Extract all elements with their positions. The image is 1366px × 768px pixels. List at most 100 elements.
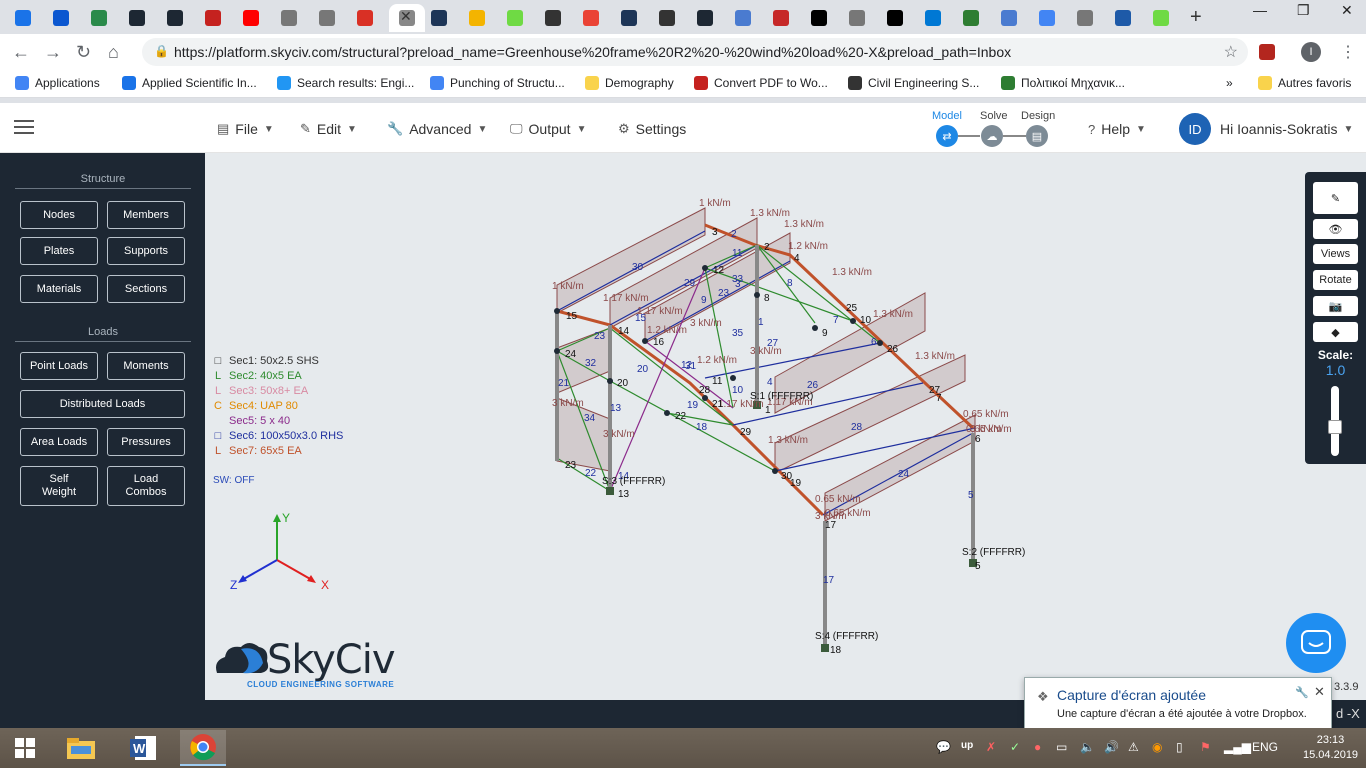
browser-menu-icon[interactable]: ⋮ [1340,42,1356,62]
tray-wifi-icon[interactable]: ⚠ [1128,740,1139,754]
step-solve-button[interactable]: ☁ [981,125,1003,147]
tray-chat-icon[interactable]: 💬 [936,740,951,754]
browser-tab[interactable] [45,4,77,32]
node-marker[interactable] [607,378,613,384]
close-tab-icon[interactable]: ✕ [400,8,412,25]
structural-model[interactable]: 1 kN/m1.3 kN/m1.3 kN/m1.2 kN/m1.3 kN/m1.… [205,153,1366,700]
node-marker[interactable] [554,348,560,354]
menu-advanced[interactable]: 🔧 Advanced ▼ [387,121,487,137]
nodes-button[interactable]: Nodes [20,201,98,229]
browser-tab[interactable] [575,4,607,32]
tray-battery-icon[interactable]: ▯ [1176,740,1183,754]
browser-tab[interactable] [537,4,569,32]
bookmark-item[interactable]: Punching of Structu... [430,76,565,90]
bookmark-item[interactable]: Demography [585,76,674,90]
minimize-icon[interactable]: — [1253,2,1267,18]
load-combos-button[interactable]: Load Combos [107,466,185,506]
home-icon[interactable]: ⌂ [108,42,119,63]
browser-tab[interactable] [461,4,493,32]
model-canvas[interactable]: □ Sec1: 50x2.5 SHS L Sec2: 40x5 EA L Sec3: 50… [205,153,1366,700]
browser-tab[interactable] [273,4,305,32]
distributed-loads-button[interactable]: Distributed Loads [20,390,185,418]
area-loads-button[interactable]: Area Loads [20,428,98,456]
tray-signal-icon[interactable]: ▂▄▆ [1224,740,1251,754]
browser-tab[interactable] [1069,4,1101,32]
menu-edit[interactable]: ✎ Edit ▼ [300,121,357,137]
node-marker[interactable] [664,410,670,416]
pressures-button[interactable]: Pressures [107,428,185,456]
node-marker[interactable] [772,468,778,474]
profile-avatar[interactable]: I [1301,42,1321,62]
tray-flag-icon[interactable]: ⚑ [1200,740,1211,754]
language-indicator[interactable]: ENG [1252,740,1278,754]
browser-tab[interactable] [727,4,759,32]
plates-button[interactable]: Plates [20,237,98,265]
user-menu[interactable]: Hi Ioannis-Sokratis ▼ [1220,121,1353,137]
browser-tab[interactable] [121,4,153,32]
word-icon[interactable]: W [120,730,166,766]
file-explorer-icon[interactable] [58,730,104,766]
back-icon[interactable]: ← [12,42,30,63]
browser-tab[interactable] [423,4,455,32]
browser-tab[interactable] [803,4,835,32]
node-marker[interactable] [754,292,760,298]
browser-tab[interactable] [159,4,191,32]
window-close-icon[interactable]: ✕ [1341,2,1353,19]
menu-output[interactable]: 🖵 Output ▼ [510,121,586,137]
members-button[interactable]: Members [107,201,185,229]
tray-speaker-icon[interactable]: 🔊 [1104,740,1119,754]
reload-icon[interactable]: ↻ [76,42,91,63]
bookmark-item[interactable]: Πολιτικοί Μηχανικ... [1001,76,1125,90]
browser-tab[interactable] [841,4,873,32]
chrome-icon[interactable] [180,730,226,766]
tray-update-icon[interactable]: ◉ [1152,740,1162,754]
new-tab-button[interactable]: + [1190,6,1202,29]
node-marker[interactable] [730,375,736,381]
tray-display-icon[interactable]: ▭ [1056,740,1067,754]
node-marker[interactable] [812,325,818,331]
tray-upwork-icon[interactable]: up [961,740,973,751]
bookmark-item[interactable]: Civil Engineering S... [848,76,979,90]
dropbox-notification[interactable]: ❖ Capture d'écran ajoutée Une capture d'… [1024,677,1332,729]
tray-error-icon[interactable]: ● [1034,740,1041,754]
browser-tab[interactable] [613,4,645,32]
node-marker[interactable] [554,308,560,314]
node-marker[interactable] [877,340,883,346]
browser-tab[interactable] [689,4,721,32]
browser-tab[interactable] [197,4,229,32]
views-button[interactable]: Views [1313,244,1358,264]
windows-start-icon[interactable] [2,730,48,766]
browser-tab[interactable] [651,4,683,32]
camera-button[interactable]: 📷 [1313,296,1358,316]
step-design-button[interactable]: ▤ [1026,125,1048,147]
tray-check-icon[interactable]: ✓ [1010,740,1020,754]
menu-file[interactable]: ▤ File ▼ [217,121,274,137]
node-marker[interactable] [642,338,648,344]
browser-tab[interactable] [349,4,381,32]
sections-button[interactable]: Sections [107,275,185,303]
tray-volume-icon[interactable]: 🔈 [1080,740,1095,754]
forward-icon[interactable]: → [44,42,62,63]
support-marker[interactable] [606,487,614,495]
help-menu[interactable]: ? Help ▼ [1088,121,1146,137]
system-clock[interactable]: 23:13 15.04.2019 [1303,733,1358,763]
extension-icon[interactable] [1259,44,1275,60]
browser-tab[interactable] [499,4,531,32]
browser-tab[interactable] [7,4,39,32]
settings-wrench-icon[interactable]: 🔧 [1295,686,1309,699]
point-loads-button[interactable]: Point Loads [20,352,98,380]
lock-icon[interactable]: 🔒 [154,44,169,58]
chat-support-button[interactable] [1286,613,1346,673]
self-weight-button[interactable]: Self Weight [20,466,98,506]
browser-tab[interactable] [1031,4,1063,32]
browser-tab[interactable] [235,4,267,32]
browser-tab[interactable] [879,4,911,32]
browser-tab[interactable] [955,4,987,32]
step-model-button[interactable]: ⇄ [936,125,958,147]
rotate-button[interactable]: Rotate [1313,270,1358,290]
visibility-eye-button[interactable]: 👁 [1313,219,1358,239]
restore-icon[interactable]: ❐ [1297,2,1310,19]
browser-tab[interactable] [993,4,1025,32]
user-avatar[interactable]: ID [1179,113,1211,145]
node-marker[interactable] [850,318,856,324]
